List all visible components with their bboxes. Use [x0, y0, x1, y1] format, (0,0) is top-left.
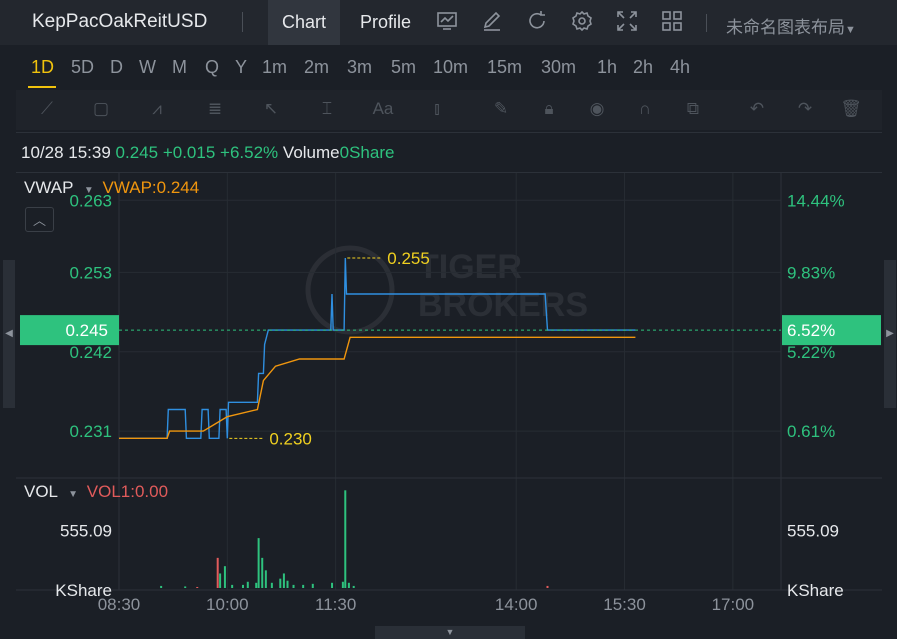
vol-unit-label-left: KShare [55, 581, 112, 600]
caret-down-icon[interactable]: ▼ [68, 489, 78, 500]
vwap-indicator-value: VWAP:0.244 [102, 178, 200, 197]
bottom-panel-handle[interactable]: ▼ [375, 626, 525, 639]
volume-bar [196, 586, 199, 588]
x-tick-label: 15:30 [603, 595, 646, 614]
volume-bar [331, 582, 334, 588]
volume-bar [546, 585, 549, 588]
volume-bar [302, 584, 305, 588]
volume-bar [241, 584, 244, 588]
volume-bar [219, 573, 222, 588]
x-tick-label: 17:00 [712, 595, 755, 614]
y-tick-label-right: 5.22% [787, 343, 835, 362]
right-panel-handle[interactable]: ▶ [884, 260, 896, 408]
vol-indicator-value: VOL1:0.00 [86, 482, 169, 501]
price-chart[interactable]: TIGER BROKERS 08:30 10:00 11:30 14:00 15:30 1… [0, 0, 897, 639]
current-pct-label: 6.52% [787, 321, 835, 340]
caret-down-icon[interactable]: ▼ [84, 185, 94, 196]
y-tick-label-right: 0.61% [787, 422, 835, 441]
watermark: TIGER BROKERS [305, 245, 588, 335]
volume-bar [257, 538, 260, 588]
chevron-up-icon: ︿ [32, 213, 46, 228]
volume-bar [292, 584, 295, 588]
y-tick-label-right: 9.83% [787, 263, 835, 282]
y-tick-label-right: 14.44% [787, 191, 845, 210]
vwap-indicator[interactable]: VWAP ▼ VWAP:0.244 [24, 178, 199, 198]
volume-bar [344, 490, 347, 588]
vol-indicator-label: VOL [24, 482, 58, 501]
x-tick-label: 11:30 [315, 595, 356, 614]
volume-bar [311, 583, 314, 588]
vol-tick-label-right: 555.09 [787, 521, 839, 540]
volume-bar [223, 566, 226, 588]
volume-bar [246, 581, 249, 588]
volume-bar [286, 580, 289, 588]
watermark-text-1: TIGER [418, 248, 522, 286]
volume-bar [231, 584, 234, 588]
annotation-label: 0.255 [387, 249, 430, 268]
y-tick-label-left: 0.231 [69, 422, 112, 441]
volume-bar [282, 573, 285, 588]
x-tick-label: 10:00 [206, 595, 249, 614]
vol-unit-label-right: KShare [787, 581, 844, 600]
volume-bar [216, 557, 219, 588]
volume-bar [270, 582, 273, 588]
volume-bar [264, 570, 267, 588]
vwap-line [119, 336, 636, 439]
volume-bar [341, 581, 344, 588]
volume-bar [160, 585, 163, 588]
vol-indicator[interactable]: VOL ▼ VOL1:0.00 [24, 482, 168, 502]
chevron-left-icon: ◀ [5, 328, 13, 339]
chevron-down-icon: ▼ [445, 627, 455, 637]
vwap-indicator-label: VWAP [24, 178, 74, 197]
watermark-text-2: BROKERS [418, 286, 588, 324]
current-price-label: 0.245 [65, 321, 108, 340]
collapse-button[interactable]: ︿ [25, 207, 54, 232]
volume-bar [347, 582, 350, 588]
x-tick-label: 14:00 [495, 595, 538, 614]
volume-bar [352, 585, 355, 588]
volume-bar [184, 586, 187, 588]
annotation-label: 0.230 [269, 429, 312, 448]
vol-tick-label-left: 555.09 [60, 521, 112, 540]
chevron-right-icon: ▶ [886, 328, 894, 339]
volume-bar [279, 578, 282, 588]
volume-bar [255, 582, 258, 588]
y-tick-label-left: 0.242 [69, 343, 112, 362]
volume-bar [261, 557, 264, 588]
y-tick-label-left: 0.253 [69, 263, 112, 282]
left-panel-handle[interactable]: ◀ [3, 260, 15, 408]
